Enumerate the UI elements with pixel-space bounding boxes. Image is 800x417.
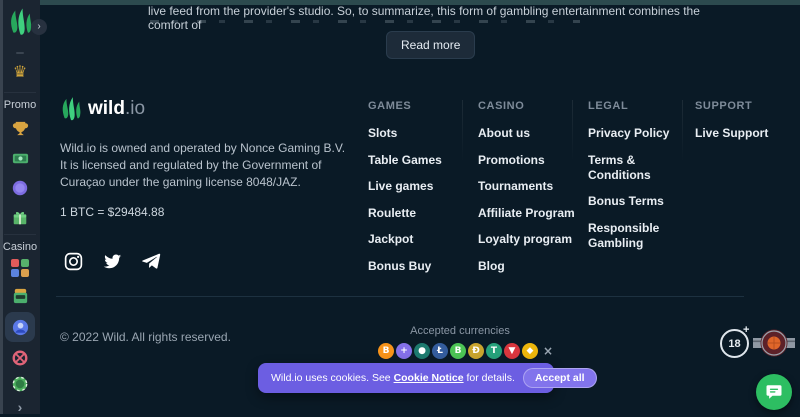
- license-text: Wild.io is owned and operated by Nonce G…: [60, 140, 352, 191]
- currency-close-icon[interactable]: ×: [540, 343, 556, 359]
- currency-tether-icon: T: [486, 343, 502, 359]
- slots-grid-glyph: [11, 259, 29, 277]
- accept-all-button[interactable]: Accept all: [523, 368, 597, 388]
- age-plus-sign: +: [743, 324, 749, 336]
- vip-crown-icon[interactable]: ♛: [10, 62, 30, 82]
- footer-link[interactable]: Roulette: [368, 202, 478, 225]
- currency-bitcoin-icon: B: [378, 343, 394, 359]
- slots-icon[interactable]: [10, 258, 30, 278]
- copyright-text: © 2022 Wild. All rights reserved.: [60, 330, 231, 344]
- license-seal-badge: [753, 327, 795, 359]
- wild-logo-icon[interactable]: [8, 7, 33, 37]
- brand-tld: .io: [125, 98, 145, 119]
- currencies-row: B+●ŁBĐT▼◆×: [378, 343, 556, 359]
- column-divider: [682, 100, 683, 162]
- footer-link[interactable]: Blog: [478, 255, 588, 278]
- sidebar-section-promo: Promo: [0, 99, 40, 111]
- footer-link[interactable]: Jackpot: [368, 228, 478, 251]
- age-number: 18: [728, 338, 740, 350]
- sidebar-section-separator: [4, 234, 36, 235]
- bonus-coin-icon[interactable]: [10, 178, 30, 198]
- sidebar-section-separator: [4, 92, 36, 93]
- footer-link[interactable]: Responsible Gambling: [588, 217, 695, 255]
- sidebar-expand-button[interactable]: ›: [31, 19, 47, 35]
- chat-bubble-icon: [765, 383, 783, 401]
- sidebar-rail: [0, 0, 3, 414]
- table-games-chip-icon[interactable]: [10, 374, 30, 394]
- roulette-icon[interactable]: [10, 348, 30, 368]
- live-chat-button[interactable]: [756, 374, 792, 410]
- footer-logo[interactable]: wild.io: [60, 96, 145, 122]
- footer-link[interactable]: Live games: [368, 175, 478, 198]
- footer-link[interactable]: Affiliate Program: [478, 202, 588, 225]
- sidebar-divider-dash: [16, 52, 24, 54]
- footer-link[interactable]: Privacy Policy: [588, 122, 695, 145]
- cookie-text: Wild.io uses cookies. See Cookie Notice …: [271, 372, 515, 384]
- wild-logo-icon: [60, 96, 82, 122]
- column-divider: [572, 100, 573, 162]
- twitter-icon[interactable]: [101, 250, 123, 272]
- footer-link[interactable]: Live Support: [695, 122, 795, 145]
- footer-divider: [56, 296, 744, 297]
- sidebar-section-casino: Casino: [0, 241, 40, 253]
- footer-column-title: LEGAL: [588, 100, 695, 112]
- sidebar-bottom-chevron-icon[interactable]: ›: [10, 397, 30, 417]
- chevron-right-glyph: ›: [18, 399, 23, 415]
- currency-bitcoin-cash-icon: B: [450, 343, 466, 359]
- footer-link[interactable]: Loyalty program: [478, 228, 588, 251]
- currency-purple-coin-icon: +: [396, 343, 412, 359]
- footer-column-title: SUPPORT: [695, 100, 795, 112]
- cookie-banner: Wild.io uses cookies. See Cookie Notice …: [258, 363, 554, 393]
- footer-link[interactable]: Terms & Conditions: [588, 149, 695, 187]
- brand-name: wild: [88, 98, 125, 119]
- accepted-currencies-label: Accepted currencies: [375, 325, 545, 337]
- currency-litecoin-icon: Ł: [432, 343, 448, 359]
- cashback-icon[interactable]: [10, 148, 30, 168]
- footer-link[interactable]: Bonus Buy: [368, 255, 478, 278]
- btc-rate: 1 BTC = $29484.88: [60, 205, 164, 219]
- gift-icon[interactable]: [10, 208, 30, 228]
- jackpot-machine-icon[interactable]: [10, 286, 30, 306]
- footer-link[interactable]: Bonus Terms: [588, 190, 695, 213]
- crown-glyph: ♛: [13, 63, 27, 81]
- currency-dogecoin-icon: Đ: [468, 343, 484, 359]
- currency-tron-icon: ▼: [504, 343, 520, 359]
- currency-teal-coin-icon: ●: [414, 343, 430, 359]
- article-faded-text: [150, 20, 580, 23]
- instagram-icon[interactable]: [62, 250, 84, 272]
- article-text: live feed from the provider's studio. So…: [148, 4, 708, 32]
- cookie-notice-link[interactable]: Cookie Notice: [394, 372, 464, 384]
- footer-columns: GAMESSlotsTable GamesLive gamesRouletteJ…: [368, 100, 795, 281]
- column-divider: [462, 100, 463, 162]
- read-more-button[interactable]: Read more: [386, 31, 475, 59]
- sidebar: › ♛ Promo Casino ›: [0, 0, 40, 414]
- live-casino-icon[interactable]: [10, 317, 30, 337]
- footer-link[interactable]: Tournaments: [478, 175, 588, 198]
- trophy-icon[interactable]: [10, 118, 30, 138]
- currency-binance-coin-icon: ◆: [522, 343, 538, 359]
- social-links: [62, 250, 162, 272]
- telegram-icon[interactable]: [140, 250, 162, 272]
